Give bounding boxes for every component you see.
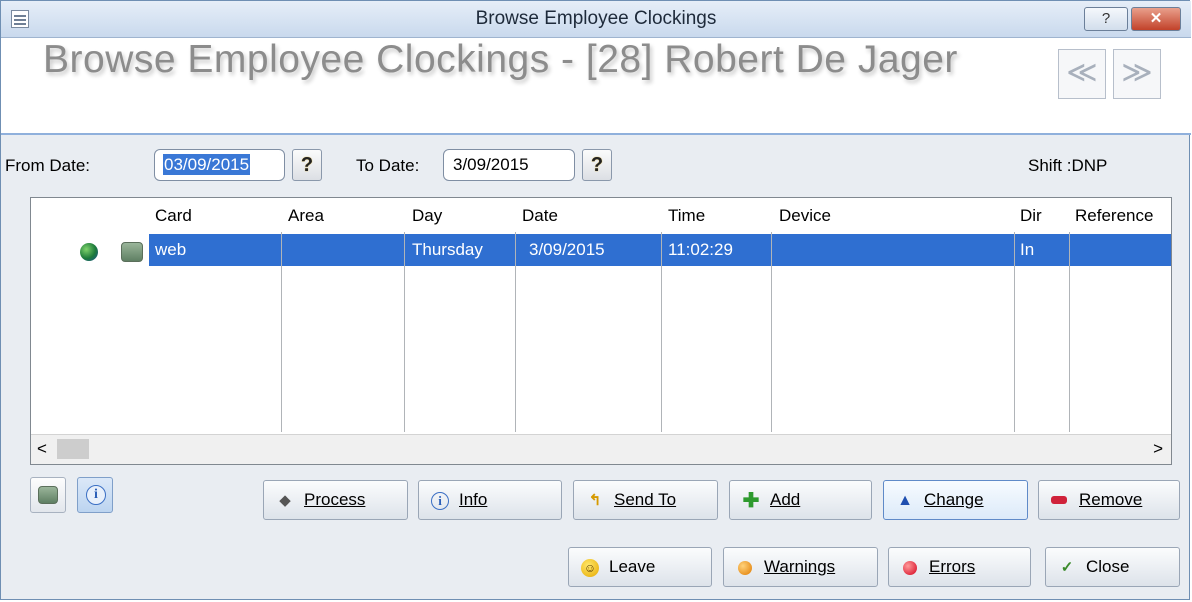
- to-date-label: To Date:: [356, 156, 420, 175]
- close-button[interactable]: ✓ Close: [1045, 547, 1180, 587]
- process-label: Process: [304, 490, 366, 509]
- clock-device-icon: [38, 486, 58, 504]
- to-date-lookup-button[interactable]: ?: [582, 149, 612, 181]
- device-view-toggle[interactable]: [30, 477, 66, 513]
- warnings-button[interactable]: Warnings: [723, 547, 878, 587]
- column-header-time[interactable]: Time: [668, 206, 705, 226]
- to-date-field[interactable]: 3/09/2015: [443, 149, 575, 181]
- cell-dir: In: [1020, 240, 1035, 259]
- from-date-value: 03/09/2015: [163, 154, 251, 175]
- info-view-toggle[interactable]: i: [77, 477, 113, 513]
- info-button[interactable]: i Info: [418, 480, 562, 520]
- clockings-table[interactable]: Card Area Day Date Time Device Dir Refer…: [30, 197, 1172, 465]
- cell-time: 11:02:29: [668, 240, 733, 259]
- triangle-icon: ▲: [897, 492, 913, 509]
- question-icon: ?: [590, 154, 604, 176]
- shift-indicator: Shift :DNP: [1028, 156, 1108, 175]
- window-title: Browse Employee Clockings: [475, 8, 717, 29]
- scrollbar-thumb[interactable]: [57, 439, 89, 459]
- column-header-dir[interactable]: Dir: [1020, 206, 1042, 226]
- errors-label: Errors: [929, 557, 976, 576]
- warnings-label: Warnings: [764, 557, 836, 576]
- table-row[interactable]: [149, 234, 1171, 266]
- change-label: Change: [924, 490, 984, 509]
- eraser-icon: ◆: [279, 492, 291, 509]
- change-button[interactable]: ▲ Change: [883, 480, 1028, 520]
- orange-dot-icon: [738, 561, 752, 575]
- column-header-device[interactable]: Device: [779, 206, 831, 226]
- remove-label: Remove: [1079, 490, 1143, 509]
- column-header-reference[interactable]: Reference: [1075, 206, 1153, 226]
- page-header: Browse Employee Clockings - [28] Robert …: [1, 38, 1191, 135]
- close-label: Close: [1086, 557, 1130, 576]
- minus-icon: [1051, 496, 1067, 504]
- smiley-icon: ☺: [581, 559, 599, 577]
- send-to-button[interactable]: ↰ Send To: [573, 480, 718, 520]
- to-date-value: 3/09/2015: [453, 155, 529, 174]
- scroll-right-arrow-icon[interactable]: >: [1153, 439, 1163, 459]
- horizontal-scrollbar[interactable]: < >: [31, 434, 1171, 464]
- previous-employee-button[interactable]: ≪: [1058, 49, 1106, 99]
- info-icon: i: [86, 485, 106, 505]
- from-date-field[interactable]: 03/09/2015: [154, 149, 285, 181]
- dialog-window: Browse Employee Clockings ? ✕ Browse Emp…: [0, 0, 1191, 600]
- column-header-day[interactable]: Day: [412, 206, 442, 226]
- from-date-label: From Date:: [5, 156, 91, 175]
- column-header-date[interactable]: Date: [522, 206, 558, 226]
- checkmark-icon: ✓: [1060, 559, 1074, 576]
- cell-date: 3/09/2015: [529, 240, 605, 259]
- red-dot-icon: [903, 561, 917, 575]
- add-label: Add: [770, 490, 801, 509]
- cell-card: web: [155, 240, 187, 259]
- errors-button[interactable]: Errors: [888, 547, 1031, 587]
- column-header-card[interactable]: Card: [155, 206, 192, 226]
- page-title: Browse Employee Clockings - [28] Robert …: [43, 38, 958, 81]
- send-arrow-icon: ↰: [588, 492, 602, 509]
- clock-device-icon: [121, 242, 143, 262]
- close-window-button[interactable]: ✕: [1131, 7, 1181, 31]
- info-label: Info: [459, 490, 488, 509]
- question-icon: ?: [300, 154, 314, 176]
- leave-button[interactable]: ☺ Leave: [568, 547, 712, 587]
- next-employee-button[interactable]: ≫: [1113, 49, 1161, 99]
- plus-icon: ✚: [742, 490, 760, 512]
- cell-day: Thursday: [412, 240, 483, 259]
- add-button[interactable]: ✚ Add: [729, 480, 872, 520]
- remove-button[interactable]: Remove: [1038, 480, 1180, 520]
- help-button[interactable]: ?: [1084, 7, 1128, 31]
- title-bar: Browse Employee Clockings ? ✕: [1, 1, 1191, 38]
- info-icon: i: [431, 492, 449, 510]
- globe-icon: [80, 243, 98, 261]
- scroll-left-arrow-icon[interactable]: <: [37, 439, 47, 459]
- column-header-area[interactable]: Area: [288, 206, 324, 226]
- process-button[interactable]: ◆ Process: [263, 480, 408, 520]
- send-to-label: Send To: [614, 490, 677, 509]
- leave-label: Leave: [609, 557, 656, 576]
- from-date-lookup-button[interactable]: ?: [292, 149, 322, 181]
